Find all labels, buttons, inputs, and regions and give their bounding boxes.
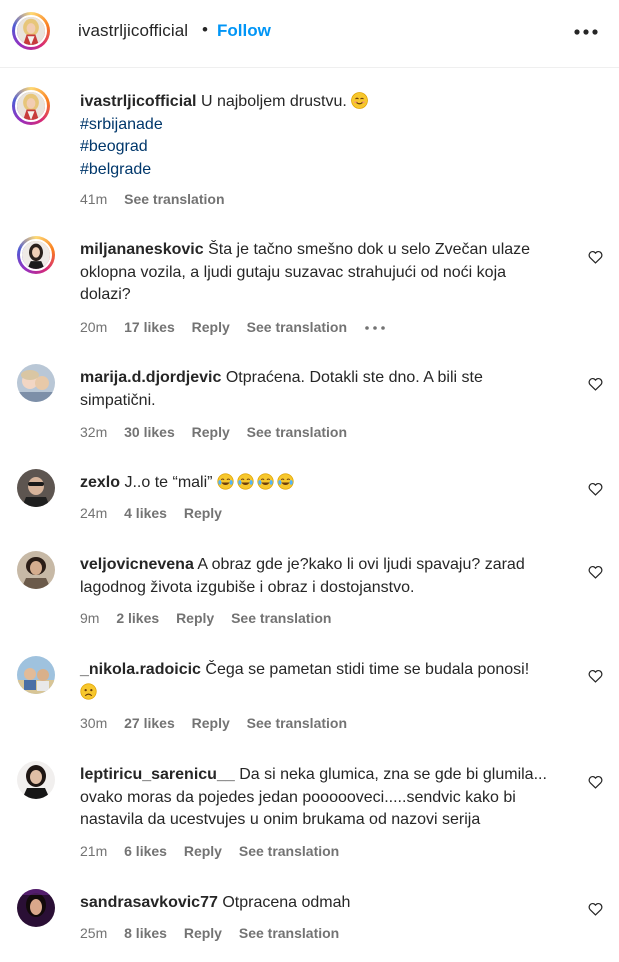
comment-username[interactable]: _nikola.radoicic: [80, 661, 201, 678]
profile-photo-icon: [17, 889, 55, 927]
comment-time: 24m: [80, 505, 108, 521]
heart-icon[interactable]: [588, 377, 603, 391]
heart-icon[interactable]: [588, 250, 603, 264]
likes-count[interactable]: 27 likes: [124, 715, 175, 731]
profile-photo-icon: [22, 241, 50, 269]
caption-meta: 41m See translation: [80, 191, 238, 207]
reply-button[interactable]: Reply: [184, 843, 222, 859]
see-translation-button[interactable]: See translation: [247, 715, 347, 731]
comment-avatar[interactable]: [17, 889, 55, 927]
comment-time: 32m: [80, 424, 108, 440]
comment-body: marija.d.djordjevic Otpraćena. Dotakli s…: [80, 367, 558, 412]
comment-avatar[interactable]: [17, 364, 55, 402]
comment-username[interactable]: leptiricu_sarenicu__: [80, 766, 235, 783]
tears-of-joy-emoji: [217, 473, 234, 490]
profile-photo-icon: [17, 469, 55, 507]
comment-meta: 21m 6 likes Reply See translation: [80, 843, 352, 859]
comment-meta: 30m 27 likes Reply See translation: [80, 715, 360, 731]
more-horizontal-icon[interactable]: [364, 325, 386, 331]
header-separator: •: [202, 20, 208, 39]
heart-icon[interactable]: [588, 482, 603, 496]
heart-icon[interactable]: [588, 669, 603, 683]
profile-photo-icon: [17, 92, 45, 120]
comment-body: sandrasavkovic77 Otpracena odmah: [80, 892, 558, 915]
comment-avatar[interactable]: [17, 236, 55, 274]
heart-icon[interactable]: [588, 565, 603, 579]
comment-username[interactable]: sandrasavkovic77: [80, 894, 218, 911]
post-header: ivastrljicofficial • Follow: [0, 0, 619, 68]
header-username[interactable]: ivastrljicofficial: [78, 21, 188, 41]
tears-of-joy-emoji: [237, 473, 254, 490]
likes-count[interactable]: 17 likes: [124, 319, 175, 335]
profile-photo-icon: [17, 364, 55, 402]
likes-count[interactable]: 8 likes: [124, 925, 167, 941]
comment-meta: 32m 30 likes Reply See translation: [80, 424, 360, 440]
reply-button[interactable]: Reply: [192, 319, 230, 335]
comment-avatar[interactable]: [17, 551, 55, 589]
comment-body: _nikola.radoicic Čega se pametan stidi t…: [80, 659, 558, 704]
likes-count[interactable]: 4 likes: [124, 505, 167, 521]
header-avatar[interactable]: [12, 12, 50, 50]
comment-username[interactable]: zexlo: [80, 474, 120, 491]
comment-meta: 9m 2 likes Reply See translation: [80, 610, 344, 626]
profile-photo-icon: [17, 17, 45, 45]
follow-button[interactable]: Follow: [217, 21, 271, 41]
see-translation-button[interactable]: See translation: [239, 925, 339, 941]
comment-body: miljananeskovic Šta je tačno smešno dok …: [80, 239, 558, 307]
reply-button[interactable]: Reply: [184, 925, 222, 941]
comment-meta: 20m 17 likes Reply See translation: [80, 319, 386, 335]
comment-body: veljovicnevena A obraz gde je?kako li ov…: [80, 554, 558, 599]
comment-username[interactable]: marija.d.djordjevic: [80, 369, 221, 386]
see-translation-button[interactable]: See translation: [124, 191, 224, 207]
reply-button[interactable]: Reply: [192, 424, 230, 440]
hashtag-link[interactable]: #belgrade: [80, 159, 558, 182]
comment-username[interactable]: veljovicnevena: [80, 556, 194, 573]
reply-button[interactable]: Reply: [192, 715, 230, 731]
comment-body: zexlo J..o te “mali”: [80, 472, 558, 495]
see-translation-button[interactable]: See translation: [247, 319, 347, 335]
see-translation-button[interactable]: See translation: [247, 424, 347, 440]
hashtag-link[interactable]: #srbijanade: [80, 114, 558, 137]
reply-button[interactable]: Reply: [176, 610, 214, 626]
caption-text: U najboljem drustvu.: [200, 93, 347, 110]
comment-time: 9m: [80, 610, 100, 626]
comment-time: 20m: [80, 319, 108, 335]
caption-avatar[interactable]: [12, 87, 50, 125]
see-translation-button[interactable]: See translation: [239, 843, 339, 859]
comment-username[interactable]: miljananeskovic: [80, 241, 204, 258]
smiling-face-emoji: [351, 92, 369, 109]
likes-count[interactable]: 2 likes: [116, 610, 159, 626]
heart-icon[interactable]: [588, 902, 603, 916]
comment-text: J..o te “mali”: [124, 474, 213, 491]
comment-text: Čega se pametan stidi time se budala pon…: [205, 661, 530, 678]
likes-count[interactable]: 30 likes: [124, 424, 175, 440]
comment-body: leptiricu_sarenicu__ Da si neka glumica,…: [80, 764, 558, 832]
comment-avatar[interactable]: [17, 656, 55, 694]
more-horizontal-icon[interactable]: [572, 22, 602, 42]
comment-time: 21m: [80, 843, 108, 859]
see-translation-button[interactable]: See translation: [231, 610, 331, 626]
hashtag-link[interactable]: #beograd: [80, 136, 558, 159]
comment-meta: 25m 8 likes Reply See translation: [80, 925, 352, 941]
comment-time: 25m: [80, 925, 108, 941]
comment-text: Otpracena odmah: [222, 894, 351, 911]
reply-button[interactable]: Reply: [184, 505, 222, 521]
caption-body: ivastrljicofficial U najboljem drustvu. …: [80, 91, 558, 181]
profile-photo-icon: [17, 551, 55, 589]
tears-of-joy-emoji: [257, 473, 274, 490]
caption-username[interactable]: ivastrljicofficial: [80, 93, 197, 110]
profile-photo-icon: [17, 761, 55, 799]
likes-count[interactable]: 6 likes: [124, 843, 167, 859]
comment-avatar[interactable]: [17, 761, 55, 799]
profile-photo-icon: [17, 656, 55, 694]
frowning-face-emoji: [80, 682, 97, 700]
caption-time: 41m: [80, 191, 108, 207]
heart-icon[interactable]: [588, 775, 603, 789]
comment-time: 30m: [80, 715, 108, 731]
tears-of-joy-emoji: [277, 473, 294, 490]
comment-meta: 24m 4 likes Reply: [80, 505, 235, 521]
comment-avatar[interactable]: [17, 469, 55, 507]
